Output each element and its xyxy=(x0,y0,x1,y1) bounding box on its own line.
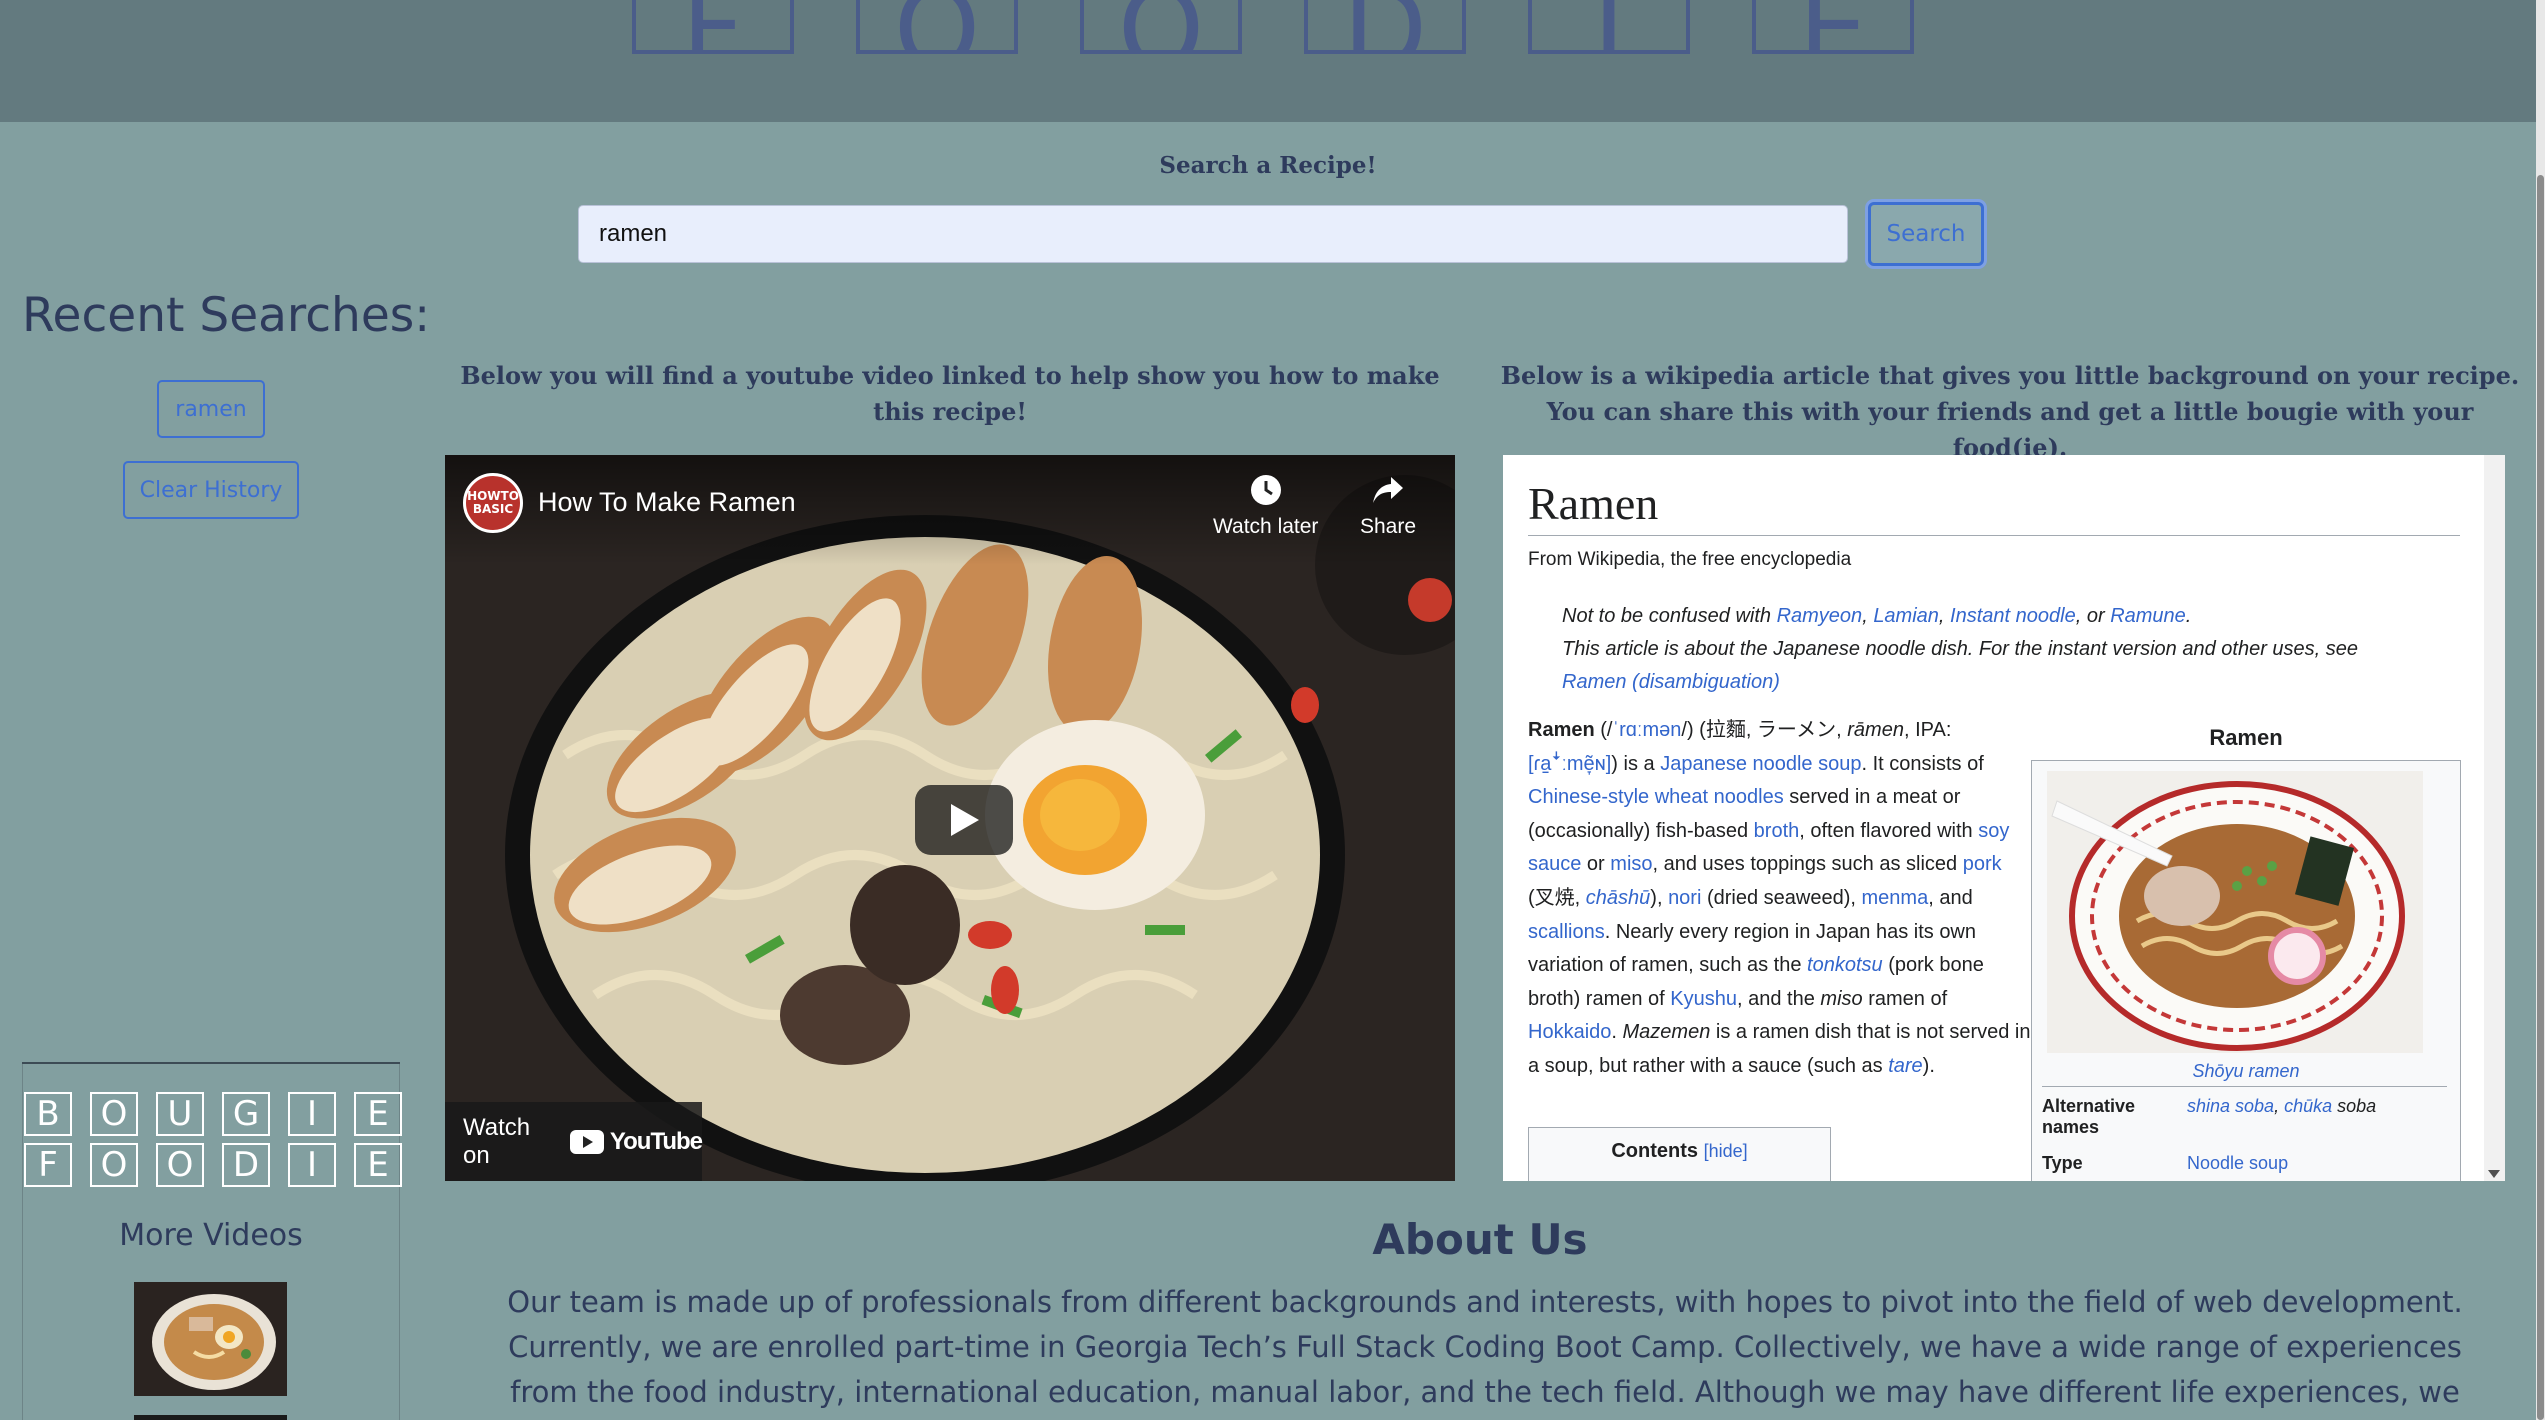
site-header: F O O D I E xyxy=(0,0,2536,122)
article-title: Ramen xyxy=(1528,478,1659,529)
share-label: Share xyxy=(1360,515,1417,538)
logo-letter: I xyxy=(1528,0,1690,54)
watch-on-label: Watch on xyxy=(463,1113,531,1169)
mini-logo-letter: G xyxy=(222,1092,270,1136)
mini-logo-letter: U xyxy=(156,1092,204,1136)
share-button[interactable]: Share xyxy=(1360,473,1416,539)
youtube-logo-text: YouTube xyxy=(609,1127,703,1155)
about-title: About Us xyxy=(1372,1215,1588,1264)
link-ramune[interactable]: Ramune xyxy=(2110,605,2186,627)
mini-logo-letter: E xyxy=(354,1143,402,1187)
mini-logo-row-1: B O U G I E xyxy=(24,1092,402,1136)
recent-searches-title: Recent Searches: xyxy=(22,288,431,343)
infobox-row-alt-names: Alternative namesshina soba, chūka soba xyxy=(2042,1096,2377,1137)
more-videos-title: More Videos xyxy=(119,1218,303,1253)
wikipedia-frame[interactable]: Ramen From Wikipedia, the free encyclope… xyxy=(1503,455,2505,1181)
video-thumbnail[interactable] xyxy=(134,1415,287,1420)
logo-letter: O xyxy=(1080,0,1242,54)
mini-logo-letter: O xyxy=(90,1143,138,1187)
video-thumbnail[interactable] xyxy=(134,1282,287,1396)
link-ramyeon[interactable]: Ramyeon xyxy=(1777,605,1863,627)
contents-hide-toggle[interactable]: [hide] xyxy=(1704,1141,1748,1161)
title-divider xyxy=(1528,535,2460,536)
hatnote-prefix: Not to be confused with xyxy=(1562,605,1777,627)
hatnote-confusion: Not to be confused with Ramyeon, Lamian,… xyxy=(1562,605,2192,627)
search-label: Search a Recipe! xyxy=(1159,152,1377,179)
search-input[interactable]: ramen xyxy=(578,205,1848,263)
table-of-contents: Contents [hide] xyxy=(1528,1127,1831,1181)
article-source: From Wikipedia, the free encyclopedia xyxy=(1528,549,1852,570)
infobox-title: Ramen xyxy=(2209,725,2283,750)
link-chuka[interactable]: chūka xyxy=(2284,1096,2332,1116)
search-button[interactable]: Search xyxy=(1868,202,1984,266)
mini-logo-letter: B xyxy=(24,1092,72,1136)
channel-avatar[interactable]: HOWTO BASIC xyxy=(463,473,523,533)
mini-logo-letter: E xyxy=(354,1092,402,1136)
link-lamian[interactable]: Lamian xyxy=(1873,605,1939,627)
contents-label: Contents xyxy=(1611,1140,1699,1162)
link-ramen-disambiguation[interactable]: Ramen (disambiguation) xyxy=(1562,671,1780,694)
scroll-down-arrow-icon[interactable] xyxy=(2488,1170,2500,1178)
watch-later-label: Watch later xyxy=(1213,515,1319,538)
logo-letter: O xyxy=(856,0,1018,54)
infobox-divider xyxy=(2042,1086,2447,1087)
clear-history-button[interactable]: Clear History xyxy=(123,461,299,519)
mini-logo-letter: D xyxy=(222,1143,270,1187)
youtube-logo: YouTube xyxy=(569,1127,703,1156)
recent-search-button[interactable]: ramen xyxy=(157,380,265,438)
ramen-bowl-image xyxy=(2047,771,2423,1053)
watch-later-button[interactable]: Watch later xyxy=(1213,473,1318,539)
mini-logo-letter: I xyxy=(288,1092,336,1136)
watch-on-youtube-link[interactable]: Watch on YouTube xyxy=(445,1102,703,1181)
play-icon xyxy=(951,804,979,836)
infobox-row-type: Type Noodle soup xyxy=(2042,1153,2288,1174)
mini-logo-row-2: F O O D I E xyxy=(24,1143,402,1187)
site-logo: F O O D I E xyxy=(632,0,1914,54)
shoyu-ramen-image[interactable] xyxy=(2047,771,2423,1053)
mini-logo-letter: O xyxy=(156,1143,204,1187)
about-text: Our team is made up of professionals fro… xyxy=(507,1285,2463,1409)
youtube-icon xyxy=(569,1129,604,1154)
hatnote-or: or xyxy=(2086,605,2105,627)
wikipedia-scrollbar[interactable] xyxy=(2484,455,2505,1181)
wikipedia-heading: Below is a wikipedia article that gives … xyxy=(1500,361,2520,462)
youtube-heading: Below you will find a youtube video link… xyxy=(460,361,1440,426)
link-noodle-soup[interactable]: Noodle soup xyxy=(2187,1153,2288,1173)
logo-letter: D xyxy=(1304,0,1466,54)
logo-letter: E xyxy=(1752,0,1914,54)
video-title[interactable]: How To Make Ramen xyxy=(538,487,796,518)
page-scrollbar[interactable] xyxy=(2536,0,2545,1420)
youtube-player[interactable]: HOWTO BASIC How To Make Ramen Watch late… xyxy=(445,455,1455,1181)
ramen-thumbnail-image xyxy=(134,1282,287,1396)
mini-logo-letter: O xyxy=(90,1092,138,1136)
infobox: Shōyu ramen Alternative namesshina soba,… xyxy=(2031,760,2461,1181)
alt-names-label: Alternative names xyxy=(2042,1096,2136,1137)
article-intro: Ramen (/ˈrɑːmən/) (拉麵, ラーメン, rāmen, IPA:… xyxy=(1528,719,2031,1077)
clock-icon xyxy=(1250,475,1281,505)
scrollbar-thumb[interactable] xyxy=(2537,175,2544,1420)
link-shina-soba[interactable]: shina soba xyxy=(2187,1096,2274,1116)
alt-names-soba: soba xyxy=(2337,1096,2377,1116)
logo-letter: F xyxy=(632,0,794,54)
mini-logo-letter: F xyxy=(24,1143,72,1187)
type-label: Type xyxy=(2042,1153,2083,1173)
mini-logo-letter: I xyxy=(288,1143,336,1187)
infobox-caption[interactable]: Shōyu ramen xyxy=(2032,1061,2460,1082)
share-icon xyxy=(1373,477,1404,503)
hatnote-disambiguation: This article is about the Japanese noodl… xyxy=(1562,638,2359,660)
link-instant-noodle[interactable]: Instant noodle xyxy=(1950,605,2076,627)
play-button[interactable] xyxy=(915,785,1013,855)
